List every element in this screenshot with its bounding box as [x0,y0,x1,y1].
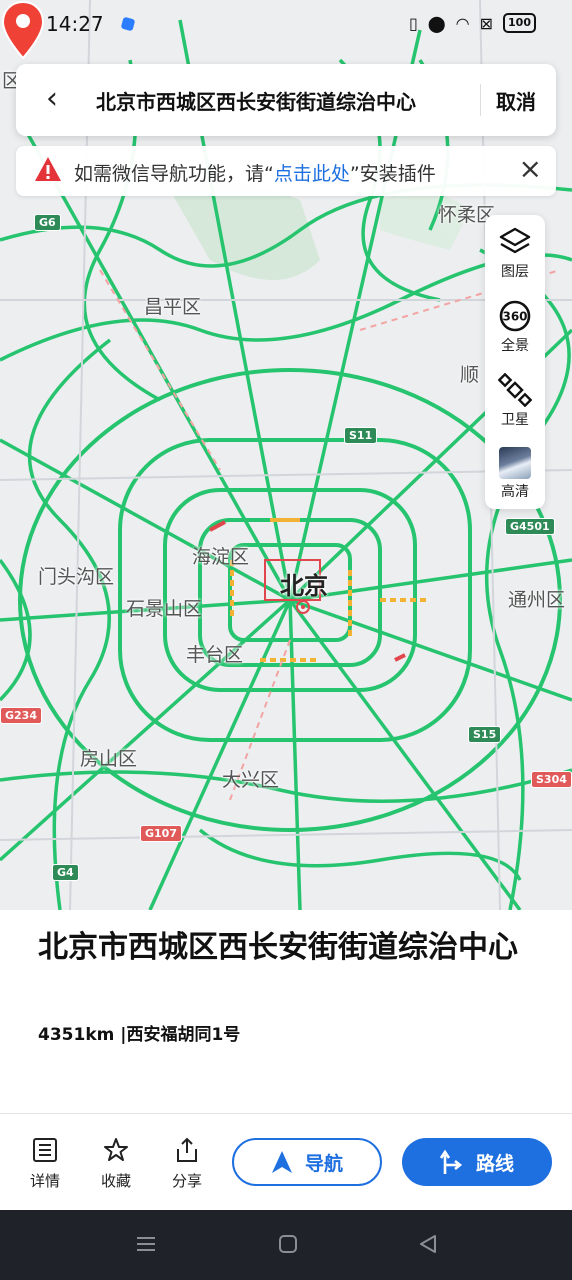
road-shield: G4501 [505,518,555,535]
district-label: 房山区 [80,748,138,770]
favorite-button[interactable]: 收藏 [86,1136,146,1191]
district-label: 顺 [460,364,480,386]
battery-icon: 100 [503,13,536,33]
back-icon[interactable]: ‹ [46,84,74,116]
navigate-button[interactable]: 导航 [232,1138,382,1186]
system-navigation-bar [0,1210,572,1280]
close-icon[interactable]: × [519,154,542,184]
back-triangle-icon[interactable] [416,1232,440,1256]
layers-icon [499,227,531,254]
status-time: 14:27 [46,12,104,36]
district-label: 海淀区 [192,546,250,568]
map-tools-panel: 图层 360 全景 卫星 高清 [485,215,545,509]
district-label: 门头沟区 [38,566,115,588]
layers-label: 图层 [501,264,529,280]
navigation-arrow-icon [271,1151,292,1173]
hd-button[interactable]: 高清 [485,439,545,509]
home-icon[interactable] [276,1232,300,1256]
notice-suffix: ”安装插件 [349,163,436,185]
panorama-button[interactable]: 360 全景 [485,293,545,363]
place-meta: 4351km |西安福胡同1号 [38,1020,240,1045]
district-label: 昌平区 [144,296,202,318]
navigate-label: 导航 [304,1152,343,1175]
status-bar: 14:27 ▯ ⬤ ◠ ⊠ 100 [0,0,572,50]
satellite-button[interactable]: 卫星 [485,367,545,437]
share-icon [177,1137,197,1162]
details-label: 详情 [29,1172,60,1190]
details-list-icon [33,1138,57,1162]
road-shield: G107 [140,825,182,842]
location-icon: ⬤ [427,13,446,33]
route-label: 路线 [475,1152,514,1175]
satellite-icon [498,373,532,407]
divider [480,84,481,116]
share-label: 分享 [171,1172,202,1190]
road-shield: S304 [531,771,572,788]
vibrate-icon: ▯ [408,13,418,33]
svg-text:360: 360 [502,310,527,324]
road-shield: G6 [34,214,61,231]
divider [0,1113,572,1114]
district-label: 石景山区 [126,598,203,620]
place-distance: 4351km [38,1025,115,1045]
warning-icon [35,157,61,181]
road-shield: G234 [0,707,42,724]
favorite-label: 收藏 [100,1172,131,1190]
district-label: 通州区 [508,589,566,611]
place-detail-sheet: 北京市西城区西长安街街道综治中心 4351km |西安福胡同1号 详情 收藏 分… [0,910,572,1210]
road-shield: S15 [468,726,502,743]
app-notification-icon [120,16,136,32]
share-button[interactable]: 分享 [157,1136,217,1191]
road-shield: G4 [52,864,79,881]
layers-button[interactable]: 图层 [485,219,545,289]
search-title[interactable]: 北京市西城区西长安街街道综治中心 [96,86,416,115]
district-label: 丰台区 [186,644,244,666]
route-button[interactable]: 路线 [402,1138,552,1186]
wifi-icon: ◠ [455,13,470,33]
route-icon [439,1149,463,1174]
install-plugin-link[interactable]: 点击此处 [274,163,350,185]
satellite-label: 卫星 [501,412,529,428]
panorama-360-icon: 360 [499,300,531,332]
hd-label: 高清 [501,484,529,500]
details-button[interactable]: 详情 [15,1136,75,1191]
plugin-notice-bar: 如需微信导航功能，请“点击此处”安装插件 × [16,146,556,196]
no-sim-icon: ⊠ [479,13,494,33]
place-name: 北京市西城区西长安街街道综治中心 [38,930,518,965]
road-shield: S11 [344,427,378,444]
place-address: |西安福胡同1号 [120,1025,241,1045]
district-label: 大兴区 [222,769,280,791]
search-header-card: ‹ 北京市西城区西长安街街道综治中心 取消 [16,64,556,136]
cancel-button[interactable]: 取消 [496,86,536,115]
notice-text: 如需微信导航功能，请“点击此处”安装插件 [74,159,436,186]
menu-icon[interactable] [134,1232,158,1256]
panorama-label: 全景 [501,338,529,354]
city-label: 北京 [280,572,328,600]
hd-thumbnail-icon [499,447,531,479]
star-icon [104,1138,128,1161]
notice-prefix: 如需微信导航功能，请“ [74,163,274,185]
